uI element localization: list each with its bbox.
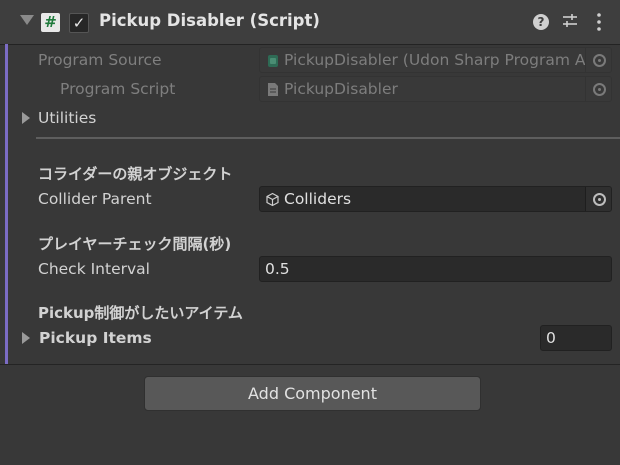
interval-section-header: プレイヤーチェック間隔(秒) <box>38 235 232 253</box>
object-picker-icon <box>593 83 606 96</box>
check-interval-input[interactable]: 0.5 <box>259 256 612 282</box>
check-interval-value: 0.5 <box>265 260 290 278</box>
program-source-value: PickupDisabler (Udon Sharp Program Asset… <box>284 51 612 69</box>
program-script-picker <box>585 77 611 101</box>
collider-parent-value: Colliders <box>284 190 352 208</box>
section-divider <box>36 137 620 139</box>
script-file-icon <box>268 83 278 96</box>
collider-section-header: コライダーの親オブジェクト <box>38 165 233 183</box>
component-bottom-border <box>0 364 620 365</box>
gameobject-cube-icon <box>266 192 279 207</box>
program-script-field: PickupDisabler <box>259 76 612 102</box>
collider-parent-field[interactable]: Colliders <box>259 186 612 212</box>
collider-parent-picker[interactable] <box>585 187 611 211</box>
utilities-foldout-arrow-icon[interactable] <box>22 112 30 124</box>
component-header: # ✓ Pickup Disabler (Script) ? <box>0 0 620 45</box>
pickup-items-foldout[interactable]: Pickup Items <box>39 329 152 347</box>
component-title: Pickup Disabler (Script) <box>99 11 320 30</box>
foldout-arrow-icon[interactable] <box>20 15 34 25</box>
csharp-script-icon: # <box>41 13 60 32</box>
utilities-foldout[interactable]: Utilities <box>38 109 96 127</box>
help-icon[interactable]: ? <box>533 14 549 30</box>
check-interval-label: Check Interval <box>38 260 150 278</box>
program-script-label: Program Script <box>60 80 176 98</box>
enabled-checkbox[interactable]: ✓ <box>69 13 89 33</box>
pickup-section-header: Pickup制御がしたいアイテム <box>38 304 243 322</box>
object-picker-icon <box>593 54 606 67</box>
add-component-button[interactable]: Add Component <box>144 376 481 411</box>
pickup-items-foldout-arrow-icon[interactable] <box>22 332 30 344</box>
udon-asset-icon <box>268 55 278 67</box>
object-picker-icon <box>593 193 606 206</box>
program-script-value: PickupDisabler <box>284 80 398 98</box>
kebab-menu-icon[interactable] <box>595 12 603 32</box>
pickup-items-count: 0 <box>546 329 556 347</box>
collider-parent-label: Collider Parent <box>38 190 152 208</box>
program-source-picker <box>585 48 611 72</box>
program-source-field: PickupDisabler (Udon Sharp Program Asset… <box>259 47 612 73</box>
pickup-items-size-input[interactable]: 0 <box>540 325 612 351</box>
preset-icon[interactable] <box>561 12 579 30</box>
program-source-label: Program Source <box>38 51 162 69</box>
component-accent-bar <box>5 44 8 364</box>
